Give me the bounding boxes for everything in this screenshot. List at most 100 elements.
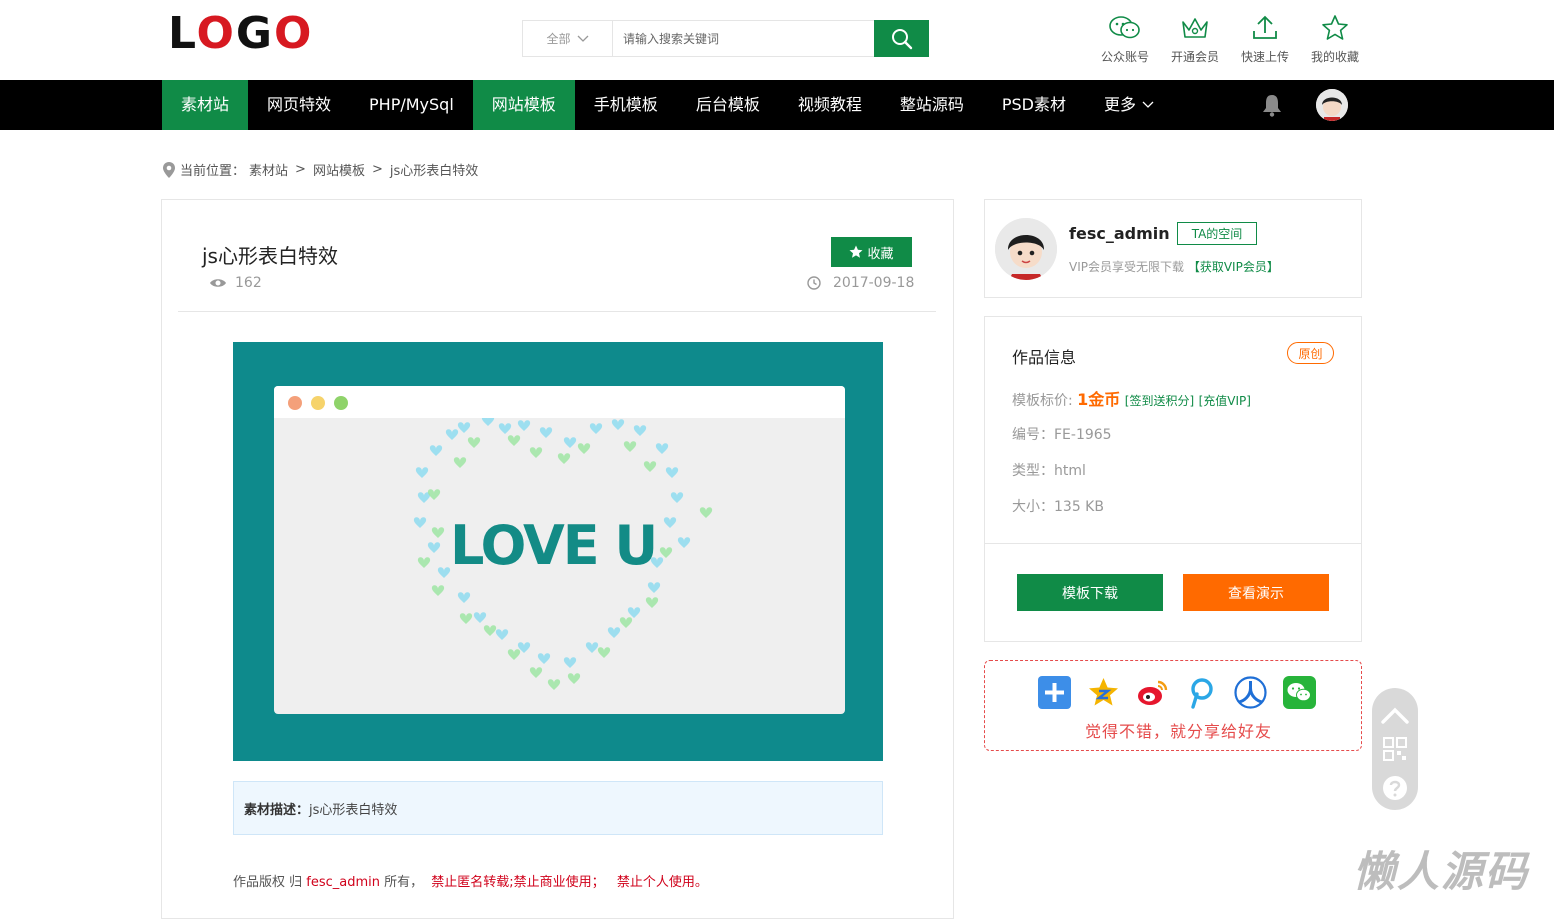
breadcrumb-item-current: js心形表白特效 xyxy=(389,164,479,179)
recharge-vip-link[interactable]: [充值VIP] xyxy=(1199,394,1251,408)
location-pin-icon xyxy=(163,161,175,178)
copyright-notice: 作品版权 归 fesc_admin 所有， 禁止匿名转载;禁止商业使用； 禁止个… xyxy=(233,871,708,890)
upload-icon xyxy=(1253,15,1277,39)
copyright-restriction: 禁止个人使用。 xyxy=(616,875,708,890)
window-dot xyxy=(311,396,325,410)
help-icon[interactable] xyxy=(1372,770,1418,806)
wechat-icon xyxy=(1109,16,1140,39)
nav-item-mobile-templates[interactable]: 手机模板 xyxy=(575,80,677,130)
share-icons xyxy=(1038,676,1316,709)
favorite-button-label: 收藏 xyxy=(867,246,894,262)
watermark: 懒人源码 xyxy=(1353,847,1530,896)
signin-points-link[interactable]: [签到送积分] xyxy=(1125,394,1194,408)
weibo-icon[interactable] xyxy=(1136,676,1169,709)
avatar-icon xyxy=(1316,89,1348,121)
eye-icon xyxy=(210,279,226,287)
top-link-label: 公众账号 xyxy=(1100,50,1149,64)
breadcrumb-separator: > xyxy=(371,162,383,177)
plus-share-icon[interactable] xyxy=(1038,676,1071,709)
top-link-upload[interactable]: 快速上传 xyxy=(1230,14,1300,65)
search-input[interactable] xyxy=(613,21,874,56)
copyright-text: 所有， xyxy=(380,875,424,890)
top-link-vip[interactable]: 开通会员 xyxy=(1160,14,1230,65)
top-link-favorites[interactable]: 我的收藏 xyxy=(1300,14,1370,65)
qzone-icon[interactable] xyxy=(1087,676,1120,709)
nav-item-site-templates[interactable]: 网站模板 xyxy=(472,80,575,130)
heart-particles: LOVE U xyxy=(413,418,713,690)
breadcrumb-prefix: 当前位置： xyxy=(180,164,246,179)
nav-item-more[interactable]: 更多 xyxy=(1085,80,1173,130)
nav-item-site-source[interactable]: 整站源码 xyxy=(881,80,983,130)
renren-icon[interactable] xyxy=(1234,676,1267,709)
nav-item-web-effects[interactable]: 网页特效 xyxy=(248,80,350,130)
author-avatar[interactable] xyxy=(995,218,1057,280)
chevron-down-icon xyxy=(577,35,588,42)
top-link-label: 开通会员 xyxy=(1170,50,1219,64)
preview-love-text: LOVE U xyxy=(450,514,656,577)
get-vip-link[interactable]: 【获取VIP会员】 xyxy=(1188,260,1279,274)
nav-item-php-mysql[interactable]: PHP/MySql xyxy=(350,80,473,130)
avatar-icon xyxy=(995,218,1057,280)
type-label: 类型： xyxy=(1012,463,1054,479)
id-value: FE-1965 xyxy=(1054,427,1112,443)
user-avatar[interactable] xyxy=(1316,89,1348,121)
size-value: 135 KB xyxy=(1054,499,1104,515)
price-value: 1金币 xyxy=(1077,390,1121,409)
star-icon xyxy=(849,245,863,258)
favorite-button[interactable]: 收藏 xyxy=(831,237,912,267)
id-label: 编号： xyxy=(1012,427,1054,443)
chevron-down-icon xyxy=(1142,101,1154,108)
logo[interactable]: LOGO xyxy=(168,8,313,59)
price-row: 模板标价: 1金币 [签到送积分] [充值VIP] xyxy=(1012,386,1251,410)
nav-item-admin-templates[interactable]: 后台模板 xyxy=(677,80,779,130)
breadcrumb-separator: > xyxy=(295,162,306,177)
search-button[interactable] xyxy=(874,20,929,57)
divider xyxy=(178,311,936,312)
qr-code-icon[interactable] xyxy=(1372,732,1418,766)
price-label: 模板标价: xyxy=(1012,393,1073,409)
breadcrumb-item[interactable]: 网站模板 xyxy=(313,160,365,179)
original-badge: 原创 xyxy=(1287,342,1334,364)
nav-item-video-tutorials[interactable]: 视频教程 xyxy=(779,80,881,130)
divider xyxy=(985,543,1361,544)
top-link-label: 快速上传 xyxy=(1240,50,1289,64)
publish-date-value: 2017-09-18 xyxy=(833,275,915,291)
search-category-label: 全部 xyxy=(546,32,571,46)
logo-letter: O xyxy=(274,8,314,59)
browser-mockup: LOVE U xyxy=(274,386,845,714)
nav-more-label: 更多 xyxy=(1104,95,1137,114)
bell-icon[interactable] xyxy=(1261,93,1283,117)
vip-promo: VIP会员享受无限下载 【获取VIP会员】 xyxy=(1069,258,1279,275)
info-title: 作品信息 xyxy=(1012,348,1077,367)
clock-icon xyxy=(807,276,821,290)
wechat-share-icon[interactable] xyxy=(1283,676,1316,709)
copyright-owner-link[interactable]: fesc_admin xyxy=(306,875,380,890)
type-row: 类型：html xyxy=(1012,460,1086,480)
window-dot xyxy=(288,396,302,410)
author-space-button[interactable]: TA的空间 xyxy=(1177,222,1257,245)
share-prompt: 觉得不错，就分享给好友 xyxy=(1085,722,1273,741)
view-demo-button[interactable]: 查看演示 xyxy=(1183,574,1329,611)
top-link-wechat[interactable]: 公众账号 xyxy=(1090,14,1160,65)
size-row: 大小：135 KB xyxy=(1012,496,1104,516)
description-value: js心形表白特效 xyxy=(309,802,398,818)
size-label: 大小： xyxy=(1012,499,1054,515)
back-to-top-icon[interactable] xyxy=(1372,694,1418,734)
crown-icon xyxy=(1182,18,1208,38)
view-count-value: 162 xyxy=(235,275,262,291)
search-category-select[interactable]: 全部 xyxy=(523,21,613,56)
top-links: 公众账号 开通会员 快速上传 我的收藏 xyxy=(1090,14,1370,65)
browser-titlebar xyxy=(274,386,845,418)
header: LOGO 全部 公众账号 开通会员 快速上传 我的收藏 xyxy=(0,0,1554,80)
logo-letter: O xyxy=(196,8,236,59)
nav-item-sucaizhan[interactable]: 素材站 xyxy=(162,80,249,130)
vip-promo-text: VIP会员享受无限下载 xyxy=(1069,260,1184,274)
pengyou-icon[interactable] xyxy=(1185,676,1218,709)
breadcrumb-item[interactable]: 素材站 xyxy=(249,160,288,179)
search-bar: 全部 xyxy=(522,20,929,57)
download-button[interactable]: 模板下载 xyxy=(1017,574,1163,611)
nav-item-psd[interactable]: PSD素材 xyxy=(983,80,1085,130)
author-name[interactable]: fesc_admin xyxy=(1069,224,1170,243)
description-box: 素材描述： js心形表白特效 xyxy=(233,781,883,835)
preview-image: LOVE U xyxy=(233,342,883,761)
